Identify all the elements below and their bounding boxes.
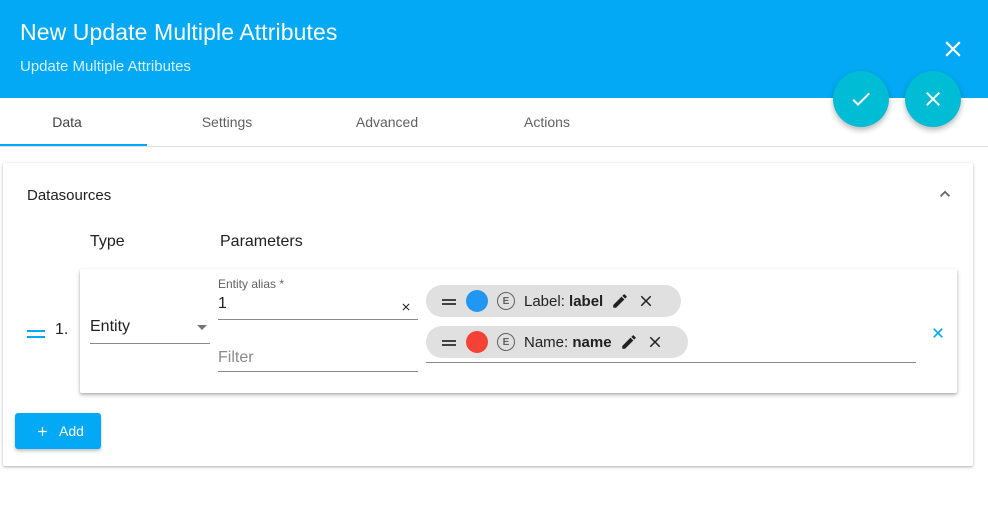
tab-settings[interactable]: Settings bbox=[147, 98, 307, 146]
add-button-label: Add bbox=[59, 423, 84, 439]
remove-key-button[interactable] bbox=[637, 292, 655, 310]
chip-label-key: label bbox=[569, 292, 604, 310]
pencil-icon bbox=[613, 294, 627, 308]
data-key-chip[interactable]: E Name: name bbox=[426, 326, 688, 358]
entity-alias-label: Entity alias * bbox=[218, 277, 285, 291]
chip-label-prefix: Label: bbox=[524, 292, 570, 310]
chip-drag-handle[interactable] bbox=[440, 336, 458, 348]
column-header-type: Type bbox=[90, 233, 125, 250]
datasource-type-select[interactable]: Entity bbox=[90, 307, 210, 344]
close-dialog-button[interactable] bbox=[940, 36, 966, 62]
panel-title: Datasources bbox=[27, 187, 112, 204]
chip-label: Label: label bbox=[524, 293, 603, 310]
drag-handle-icon bbox=[27, 330, 45, 338]
close-icon bbox=[945, 41, 961, 57]
chip-label-key: name bbox=[572, 333, 612, 351]
row-drag-handle[interactable] bbox=[27, 327, 45, 339]
close-icon bbox=[649, 336, 660, 348]
dialog-title: New Update Multiple Attributes bbox=[20, 19, 338, 45]
drag-handle-icon bbox=[442, 340, 456, 346]
chevron-up-icon bbox=[940, 190, 950, 197]
chip-drag-handle[interactable] bbox=[440, 295, 458, 307]
filter-input[interactable]: Filter bbox=[218, 347, 418, 372]
chip-label: Name: name bbox=[524, 334, 612, 351]
entity-field-icon: E bbox=[497, 333, 515, 351]
edit-key-button[interactable] bbox=[620, 333, 638, 351]
datasources-panel: Datasources Type Parameters 1. Entity En… bbox=[3, 163, 973, 466]
close-icon bbox=[402, 303, 410, 311]
remove-key-button[interactable] bbox=[646, 333, 664, 351]
chip-label-prefix: Name: bbox=[524, 333, 573, 351]
close-icon bbox=[640, 295, 652, 307]
entity-field-icon: E bbox=[497, 292, 515, 310]
remove-datasource-button[interactable] bbox=[930, 325, 946, 341]
entity-alias-input[interactable]: 1 bbox=[218, 293, 418, 320]
active-tab-indicator bbox=[0, 144, 147, 146]
close-icon bbox=[933, 328, 943, 338]
data-key-chip[interactable]: E Label: label bbox=[426, 285, 681, 317]
type-select-value: Entity bbox=[90, 318, 131, 335]
plus-icon bbox=[38, 426, 47, 436]
dropdown-arrow-icon bbox=[197, 325, 207, 330]
filter-placeholder: Filter bbox=[218, 349, 254, 366]
edit-key-button[interactable] bbox=[611, 292, 629, 310]
datasource-row: Entity Entity alias * 1 Filter E Label: … bbox=[80, 269, 957, 393]
entity-alias-value: 1 bbox=[218, 295, 227, 312]
column-header-parameters: Parameters bbox=[220, 233, 303, 250]
key-color-swatch[interactable] bbox=[466, 331, 488, 353]
row-index: 1. bbox=[55, 321, 69, 338]
clear-alias-button[interactable] bbox=[400, 300, 412, 312]
tab-actions[interactable]: Actions bbox=[467, 98, 627, 146]
data-keys-input[interactable]: E Label: label E Name: name bbox=[426, 283, 916, 363]
tab-advanced[interactable]: Advanced bbox=[307, 98, 467, 146]
add-datasource-button[interactable]: Add bbox=[15, 413, 101, 449]
key-color-swatch[interactable] bbox=[466, 290, 488, 312]
tab-bar: Data Settings Advanced Actions bbox=[0, 98, 988, 147]
collapse-panel-button[interactable] bbox=[935, 184, 955, 204]
drag-handle-icon bbox=[442, 299, 456, 305]
pencil-icon bbox=[621, 335, 636, 349]
dialog-subtitle: Update Multiple Attributes bbox=[20, 58, 191, 75]
tab-data[interactable]: Data bbox=[0, 98, 147, 146]
